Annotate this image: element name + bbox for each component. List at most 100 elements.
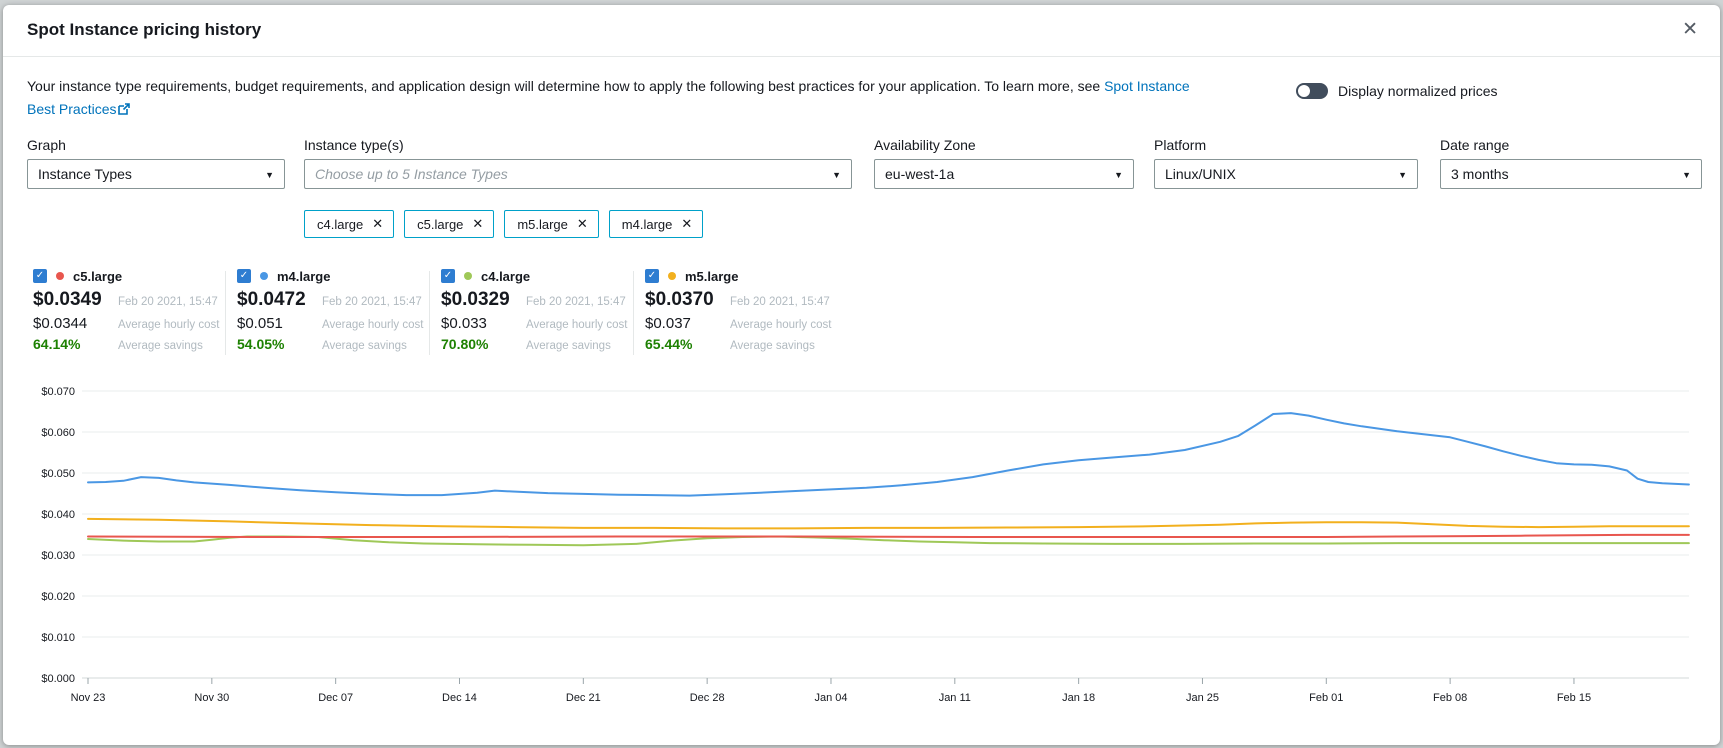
remove-tag-icon[interactable]: ✕: [372, 216, 383, 232]
date-range-label: Date range: [1440, 137, 1702, 159]
average-savings-label: Average savings: [322, 340, 407, 352]
series-line-c5.large: [88, 535, 1689, 537]
chevron-down-icon: ▼: [1398, 170, 1407, 180]
series-color-dot: [668, 272, 676, 280]
x-axis-label: Jan 11: [939, 692, 971, 704]
normalized-prices-label: Display normalized prices: [1338, 83, 1498, 99]
graph-value: Instance Types: [38, 166, 132, 182]
tag-label: m5.large: [517, 217, 568, 232]
toggle-knob: [1298, 85, 1310, 97]
price-timestamp: Feb 20 2021, 15:47: [322, 296, 422, 308]
availability-zone-label: Availability Zone: [874, 137, 1134, 159]
series-color-dot: [260, 272, 268, 280]
legend-card-c5-large: ✓ c5.large $0.0349Feb 20 2021, 15:47 $0.…: [33, 267, 223, 352]
average-savings-label: Average savings: [526, 340, 611, 352]
x-axis-label: Nov 30: [194, 692, 229, 704]
graph-select[interactable]: Instance Types ▼: [27, 159, 285, 189]
chevron-down-icon: ▼: [1114, 170, 1123, 180]
card-divider: [225, 271, 226, 355]
card-divider: [633, 271, 634, 355]
x-axis-label: Jan 04: [814, 692, 847, 704]
current-price: $0.0329: [441, 289, 526, 311]
y-axis-label: $0.040: [41, 509, 75, 521]
instance-types-placeholder: Choose up to 5 Instance Types: [315, 166, 508, 182]
remove-tag-icon[interactable]: ✕: [472, 216, 483, 232]
price-timestamp: Feb 20 2021, 15:47: [730, 296, 830, 308]
average-savings-label: Average savings: [118, 340, 203, 352]
series-checkbox[interactable]: ✓: [237, 269, 251, 283]
selected-instance-tags: c4.large ✕ c5.large ✕ m5.large ✕ m4.larg…: [304, 210, 703, 238]
average-savings: 65.44%: [645, 336, 730, 352]
y-axis-label: $0.020: [41, 591, 75, 603]
series-checkbox[interactable]: ✓: [441, 269, 455, 283]
instance-types-select[interactable]: Choose up to 5 Instance Types ▼: [304, 159, 852, 189]
x-axis-label: Feb 15: [1557, 692, 1591, 704]
x-axis-label: Nov 23: [71, 692, 106, 704]
y-axis-label: $0.070: [41, 386, 75, 398]
y-axis-label: $0.000: [41, 673, 75, 685]
current-price: $0.0349: [33, 289, 118, 311]
external-link-icon: [118, 99, 130, 122]
price-timestamp: Feb 20 2021, 15:47: [526, 296, 626, 308]
series-line-m5.large: [88, 519, 1689, 529]
graph-label: Graph: [27, 137, 285, 159]
normalized-prices-toggle[interactable]: [1296, 83, 1328, 99]
legend-card-c4-large: ✓ c4.large $0.0329Feb 20 2021, 15:47 $0.…: [441, 267, 631, 352]
description-text: Your instance type requirements, budget …: [27, 75, 1192, 122]
availability-zone-value: eu-west-1a: [885, 166, 954, 182]
average-price: $0.033: [441, 315, 526, 332]
average-price: $0.0344: [33, 315, 118, 332]
legend-card-m4-large: ✓ m4.large $0.0472Feb 20 2021, 15:47 $0.…: [237, 267, 427, 352]
price-timestamp: Feb 20 2021, 15:47: [118, 296, 218, 308]
tag-label: m4.large: [622, 217, 673, 232]
x-axis-label: Jan 25: [1186, 692, 1219, 704]
average-price: $0.037: [645, 315, 730, 332]
availability-zone-select[interactable]: eu-west-1a ▼: [874, 159, 1134, 189]
legend-card-m5-large: ✓ m5.large $0.0370Feb 20 2021, 15:47 $0.…: [645, 267, 835, 352]
x-axis-label: Dec 28: [690, 692, 725, 704]
series-color-dot: [56, 272, 64, 280]
tag-m5-large: m5.large ✕: [504, 210, 598, 238]
instance-types-label: Instance type(s): [304, 137, 852, 159]
average-savings: 64.14%: [33, 336, 118, 352]
date-range-value: 3 months: [1451, 166, 1509, 182]
series-name: m4.large: [277, 269, 330, 284]
platform-select[interactable]: Linux/UNIX ▼: [1154, 159, 1418, 189]
series-name: c4.large: [481, 269, 530, 284]
chevron-down-icon: ▼: [1682, 170, 1691, 180]
series-checkbox[interactable]: ✓: [33, 269, 47, 283]
platform-value: Linux/UNIX: [1165, 166, 1236, 182]
chevron-down-icon: ▼: [265, 170, 274, 180]
tag-m4-large: m4.large ✕: [609, 210, 703, 238]
x-axis-label: Jan 18: [1062, 692, 1095, 704]
tag-c5-large: c5.large ✕: [404, 210, 494, 238]
x-axis-label: Dec 14: [442, 692, 477, 704]
current-price: $0.0370: [645, 289, 730, 311]
average-savings: 54.05%: [237, 336, 322, 352]
y-axis-label: $0.010: [41, 632, 75, 644]
y-axis-label: $0.050: [41, 468, 75, 480]
x-axis-label: Dec 21: [566, 692, 601, 704]
filter-graph: Graph Instance Types ▼: [27, 137, 285, 189]
remove-tag-icon[interactable]: ✕: [681, 216, 692, 232]
average-price-label: Average hourly cost: [118, 319, 219, 331]
average-price: $0.051: [237, 315, 322, 332]
close-icon[interactable]: ✕: [1682, 19, 1698, 41]
date-range-select[interactable]: 3 months ▼: [1440, 159, 1702, 189]
average-price-label: Average hourly cost: [526, 319, 627, 331]
series-checkbox[interactable]: ✓: [645, 269, 659, 283]
chevron-down-icon: ▼: [832, 170, 841, 180]
average-savings: 70.80%: [441, 336, 526, 352]
series-line-m4.large: [88, 413, 1689, 496]
remove-tag-icon[interactable]: ✕: [577, 216, 588, 232]
tag-label: c4.large: [317, 217, 363, 232]
x-axis-label: Feb 01: [1309, 692, 1343, 704]
x-axis-label: Feb 08: [1433, 692, 1467, 704]
screen: $0.070$0.060$0.050$0.040$0.030$0.020$0.0…: [0, 0, 1723, 748]
description-body: Your instance type requirements, budget …: [27, 78, 1104, 94]
current-price: $0.0472: [237, 289, 322, 311]
average-price-label: Average hourly cost: [730, 319, 831, 331]
filter-instance-types: Instance type(s) Choose up to 5 Instance…: [304, 137, 852, 189]
series-name: c5.large: [73, 269, 122, 284]
filter-date-range: Date range 3 months ▼: [1440, 137, 1702, 189]
